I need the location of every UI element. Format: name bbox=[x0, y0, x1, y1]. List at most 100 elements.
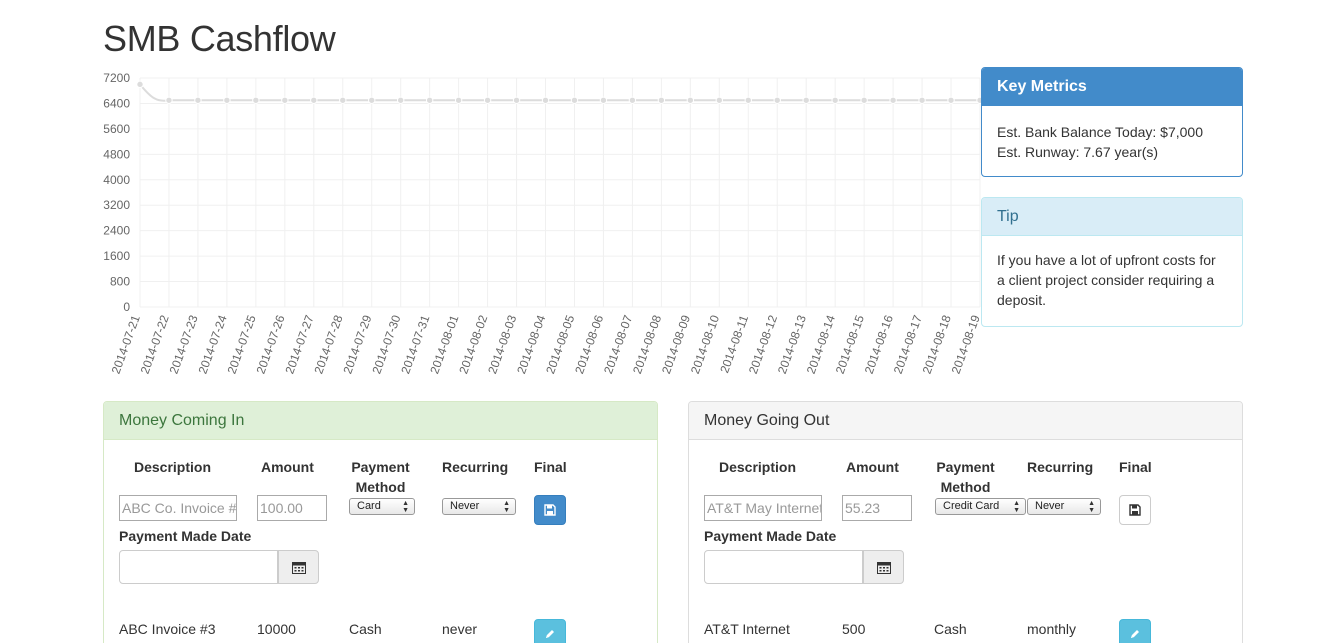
x-tick-label: 2014-07-28 bbox=[311, 313, 345, 376]
col-description: Description bbox=[719, 459, 797, 475]
x-tick-label: 2014-08-01 bbox=[427, 313, 461, 376]
col-amount: Amount bbox=[846, 459, 899, 475]
x-tick-label: 2014-08-07 bbox=[601, 313, 635, 376]
x-tick-label: 2014-08-06 bbox=[572, 313, 606, 376]
balance-point bbox=[773, 96, 781, 104]
description-input[interactable]: AT&T May Internet bbox=[704, 495, 822, 521]
pencil-icon bbox=[1131, 630, 1139, 638]
income-row-payment-method: Cash bbox=[349, 621, 382, 637]
balance-point bbox=[889, 96, 897, 104]
col-recurring: Recurring bbox=[442, 459, 509, 475]
amount-input[interactable]: 100.00 bbox=[257, 495, 327, 521]
payment-method-select[interactable]: Credit Card ▲ ▼ bbox=[935, 498, 1026, 515]
page-title: SMB Cashflow bbox=[103, 18, 336, 59]
balance-point bbox=[425, 96, 434, 104]
x-tick-label: 2014-08-14 bbox=[804, 313, 838, 376]
balance-point bbox=[252, 96, 260, 104]
key-metrics-panel: Key Metrics Est. Bank Balance Today: $7,… bbox=[981, 67, 1243, 177]
x-tick-label: 2014-07-25 bbox=[225, 313, 259, 376]
y-tick-label: 4000 bbox=[103, 173, 130, 187]
balance-point bbox=[657, 96, 666, 104]
payment-date-calendar-button[interactable] bbox=[278, 550, 319, 584]
x-tick-label: 2014-07-30 bbox=[369, 313, 403, 376]
balance-point bbox=[570, 96, 579, 104]
x-tick-label: 2014-07-26 bbox=[253, 313, 287, 376]
balance-point bbox=[860, 96, 868, 104]
balance-point bbox=[194, 96, 202, 104]
edit-income-button[interactable] bbox=[534, 619, 566, 643]
balance-point bbox=[744, 96, 752, 104]
calendar-icon bbox=[291, 561, 306, 574]
floppy-disk-icon bbox=[544, 504, 556, 516]
y-tick-label: 800 bbox=[110, 275, 130, 289]
select-arrows-icon: ▲ ▼ bbox=[402, 499, 409, 514]
balance-point bbox=[512, 96, 521, 104]
y-tick-label: 1600 bbox=[103, 249, 130, 263]
recurring-select[interactable]: Never ▲ ▼ bbox=[1027, 498, 1101, 515]
x-tick-label: 2014-08-10 bbox=[688, 313, 722, 376]
bank-balance-text: Est. Bank Balance Today: $7,000 bbox=[997, 124, 1203, 140]
floppy-disk-icon bbox=[1129, 504, 1141, 516]
x-tick-label: 2014-08-02 bbox=[456, 313, 490, 376]
payment-date-calendar-button[interactable] bbox=[863, 550, 904, 584]
money-in-heading: Money Coming In bbox=[104, 402, 657, 440]
balance-point bbox=[831, 96, 839, 104]
tip-heading: Tip bbox=[982, 198, 1242, 236]
amount-input[interactable]: 55.23 bbox=[842, 495, 912, 521]
balance-point bbox=[802, 96, 810, 104]
payment-method-select[interactable]: Card ▲ ▼ bbox=[349, 498, 415, 515]
balance-point bbox=[223, 96, 231, 104]
y-tick-label: 0 bbox=[123, 300, 130, 314]
col-payment-method: Payment Method bbox=[351, 459, 410, 495]
balance-point bbox=[947, 96, 955, 104]
income-row-recurring: never bbox=[442, 621, 478, 637]
col-recurring: Recurring bbox=[1027, 459, 1094, 475]
balance-point bbox=[339, 96, 347, 104]
col-final: Final bbox=[534, 459, 567, 475]
x-tick-label: 2014-08-04 bbox=[514, 313, 548, 376]
col-final: Final bbox=[1119, 459, 1152, 475]
balance-point bbox=[310, 96, 318, 104]
income-row-description: ABC Invoice #3 bbox=[119, 621, 216, 637]
select-arrows-icon: ▲ ▼ bbox=[1013, 499, 1020, 514]
income-row-amount: 10000 bbox=[257, 621, 296, 637]
col-payment-method: Payment Method bbox=[936, 459, 995, 495]
x-tick-label: 2014-08-15 bbox=[833, 313, 867, 376]
select-arrows-icon: ▲ ▼ bbox=[503, 499, 510, 514]
y-tick-label: 2400 bbox=[103, 224, 130, 238]
balance-point bbox=[396, 96, 405, 104]
runway-text: Est. Runway: 7.67 year(s) bbox=[997, 144, 1159, 160]
key-metrics-heading: Key Metrics bbox=[982, 68, 1242, 106]
balance-point bbox=[136, 80, 144, 89]
money-out-heading: Money Going Out bbox=[689, 402, 1242, 440]
y-tick-label: 6400 bbox=[103, 96, 130, 110]
y-tick-label: 5600 bbox=[103, 122, 130, 136]
x-tick-label: 2014-08-12 bbox=[746, 313, 780, 376]
payment-date-input[interactable] bbox=[119, 550, 278, 584]
y-tick-label: 3200 bbox=[103, 198, 130, 212]
x-tick-label: 2014-08-05 bbox=[543, 313, 577, 376]
save-income-button[interactable] bbox=[534, 495, 566, 525]
x-tick-label: 2014-08-03 bbox=[485, 313, 519, 376]
col-amount: Amount bbox=[261, 459, 314, 475]
payment-date-label: Payment Made Date bbox=[704, 528, 837, 544]
x-tick-label: 2014-07-21 bbox=[109, 313, 143, 376]
balance-point bbox=[918, 96, 926, 104]
payment-date-input[interactable] bbox=[704, 550, 863, 584]
x-tick-label: 2014-08-19 bbox=[949, 313, 983, 376]
x-tick-label: 2014-08-17 bbox=[891, 313, 925, 376]
recurring-select[interactable]: Never ▲ ▼ bbox=[442, 498, 516, 515]
balance-point bbox=[541, 96, 550, 104]
x-tick-label: 2014-07-31 bbox=[398, 313, 432, 376]
balance-point bbox=[454, 96, 463, 104]
save-expense-button[interactable] bbox=[1119, 495, 1151, 525]
balance-point bbox=[686, 96, 695, 104]
tip-panel: Tip If you have a lot of upfront costs f… bbox=[981, 197, 1243, 327]
expense-row-amount: 500 bbox=[842, 621, 866, 637]
balance-series-line bbox=[139, 83, 980, 102]
balance-point bbox=[281, 96, 289, 104]
description-input[interactable]: ABC Co. Invoice # bbox=[119, 495, 237, 521]
expense-row-description: AT&T Internet bbox=[704, 621, 790, 637]
select-arrows-icon: ▲ ▼ bbox=[1088, 499, 1095, 514]
edit-expense-button[interactable] bbox=[1119, 619, 1151, 643]
